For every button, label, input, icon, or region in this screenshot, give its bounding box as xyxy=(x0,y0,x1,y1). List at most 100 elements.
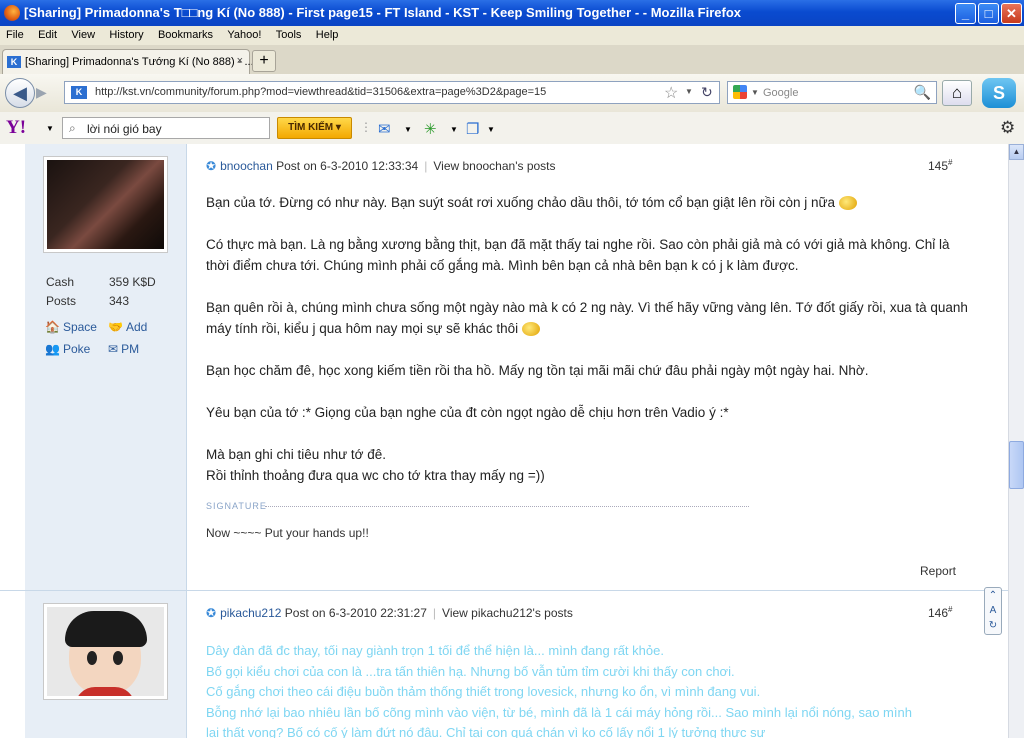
tab-bar: K [Sharing] Primadonna's Tướng Kí (No 88… xyxy=(0,45,1024,75)
add-label: Add xyxy=(125,320,148,334)
scroll-up-arrow-icon[interactable]: ▲ xyxy=(1009,144,1024,160)
post1-username[interactable]: bnoochan xyxy=(220,159,273,173)
post2-timestamp: Post on 6-3-2010 22:31:27 xyxy=(284,606,427,620)
house-icon: 🏠 xyxy=(45,320,60,334)
post1-stat-cash: Cash 359 K$D xyxy=(46,275,156,289)
post1-paragraph: Yêu bạn của tớ :* Giọng của bạn nghe của… xyxy=(206,405,729,420)
stat-value: 359 K$D xyxy=(109,275,156,289)
menu-file[interactable]: File xyxy=(0,26,29,41)
scroll-thumb[interactable] xyxy=(1009,441,1024,489)
settings-gear-icon[interactable]: ⚙ xyxy=(1000,118,1015,138)
forward-button[interactable]: ▶ xyxy=(36,84,47,101)
search-placeholder: Google xyxy=(763,87,799,99)
skype-icon[interactable]: S xyxy=(982,78,1016,108)
post2-username[interactable]: pikachu212 xyxy=(220,606,281,620)
tab-current[interactable]: K [Sharing] Primadonna's Tướng Kí (No 88… xyxy=(2,49,254,74)
post-number-value: 145 xyxy=(928,159,949,173)
signature-text: Now ~~~~ Put your hands up!! xyxy=(206,526,369,540)
close-button[interactable]: ✕ xyxy=(1001,3,1022,24)
report-link[interactable]: Report xyxy=(920,564,956,578)
search-engine-dropdown-icon[interactable]: ▼ xyxy=(751,88,759,97)
post1-paragraph: Bạn của tớ. Đừng có như này. Bạn suýt so… xyxy=(206,195,836,210)
page-scrollbar[interactable]: ▲ xyxy=(1008,144,1024,738)
post1-pm-link[interactable]: ✉ PM xyxy=(108,342,139,356)
url-text: http://kst.vn/community/forum.php?mod=vi… xyxy=(95,86,547,98)
yahoo-search-value: lời nói gió bay xyxy=(87,122,162,136)
reload-icon[interactable]: ↻ xyxy=(701,84,713,101)
online-star-icon: ✪ xyxy=(206,606,217,620)
post1-line: Mà bạn ghi chi tiêu như tớ đê. xyxy=(206,447,386,462)
signature-divider xyxy=(265,506,749,507)
widget-icon[interactable]: ✳ xyxy=(424,120,437,138)
online-star-icon: ✪ xyxy=(206,159,217,173)
post2-line: Bố gọi kiểu chơi của con là ...tra tấn t… xyxy=(206,663,735,679)
url-dropdown-icon[interactable]: ▼ xyxy=(685,87,693,96)
yahoo-search-input[interactable]: ⌕ lời nói gió bay xyxy=(62,117,270,139)
tab-label: [Sharing] Primadonna's Tướng Kí (No 888)… xyxy=(25,56,254,68)
post1-paragraph: Có thực mà bạn. Là ng bằng xương bằng th… xyxy=(206,237,950,273)
menu-view[interactable]: View xyxy=(65,26,100,41)
widget-dropdown-icon[interactable]: ▼ xyxy=(450,125,458,134)
site-identity-icon: K xyxy=(71,86,87,99)
poke-icon: 👥 xyxy=(45,342,60,356)
window-title: [Sharing] Primadonna's T□□ng Kí (No 888)… xyxy=(24,5,742,20)
back-button[interactable]: ◀ xyxy=(5,78,35,108)
post1-space-link[interactable]: 🏠 Space xyxy=(45,320,97,334)
yahoo-dropdown-icon[interactable]: ▼ xyxy=(46,124,54,133)
emoticon-icon xyxy=(838,196,857,211)
mail-icon[interactable]: ✉ xyxy=(378,120,391,138)
menu-edit[interactable]: Edit xyxy=(32,26,62,41)
minimize-button[interactable]: _ xyxy=(955,3,976,24)
pm-label: PM xyxy=(121,342,140,356)
post2-user-sidebar xyxy=(25,591,187,738)
menu-tools[interactable]: Tools xyxy=(270,26,307,41)
post2-line: lại thất vọng? Bố có cố ý làm đứt nó đâu… xyxy=(206,725,766,738)
search-icon[interactable]: 🔍 xyxy=(914,84,931,101)
menu-yahoo[interactable]: Yahoo! xyxy=(221,26,266,41)
page-content: Cash 359 K$D Posts 343 🏠 Space 🤝 Add 👥 Poke… xyxy=(0,144,1008,738)
yahoo-logo[interactable]: Y! xyxy=(6,117,26,139)
firefox-icon xyxy=(4,5,20,21)
post2-view-posts-link[interactable]: View pikachu212's posts xyxy=(442,606,573,620)
post1-user-sidebar: Cash 359 K$D Posts 343 🏠 Space 🤝 Add 👥 Poke… xyxy=(25,144,187,590)
post2-avatar[interactable] xyxy=(43,603,168,700)
maximize-button[interactable]: □ xyxy=(978,3,999,24)
yahoo-search-button-label: TÌM KIẾM xyxy=(288,122,334,133)
menu-bookmarks[interactable]: Bookmarks xyxy=(152,26,218,41)
post2-header: ✪ pikachu212 Post on 6-3-2010 22:31:27 | Vi… xyxy=(206,606,573,620)
new-tab-button[interactable]: + xyxy=(252,50,276,72)
space-label: Space xyxy=(62,320,97,334)
bookmarks-dropdown-icon[interactable]: ▼ xyxy=(487,125,495,134)
menu-history[interactable]: History xyxy=(103,26,148,41)
post2-line: Dây đàn đã đc thay, tối nay giành trọn 1… xyxy=(206,643,664,658)
tab-close-icon[interactable]: × xyxy=(237,55,243,67)
post1-paragraph: Bạn quên rồi à, chúng mình chưa sống một… xyxy=(206,300,968,336)
kst-favicon-icon: K xyxy=(7,56,21,68)
navigation-toolbar: ◀ ▶ K http://kst.vn/community/forum.php?… xyxy=(0,74,1024,113)
home-button[interactable]: ⌂ xyxy=(942,80,972,106)
post1-timestamp: Post on 6-3-2010 12:33:34 xyxy=(276,159,419,173)
post2-line: Cố gắng chơi theo cái điệu buồn thảm thố… xyxy=(206,684,761,699)
yahoo-search-button[interactable]: TÌM KIẾM ▾ xyxy=(277,117,352,139)
bookmarks-icon[interactable]: ❐ xyxy=(466,120,479,138)
post1-number[interactable]: 145# xyxy=(928,158,952,173)
post2-line: Bỗng nhớ lại bao nhiêu lần bố cõng mình … xyxy=(206,704,912,720)
poke-label: Poke xyxy=(62,342,91,356)
post2-number[interactable]: 146# xyxy=(928,605,952,620)
menu-bar: File Edit View History Bookmarks Yahoo! … xyxy=(0,26,1024,46)
bookmark-star-icon[interactable]: ☆ xyxy=(664,83,678,103)
post1-view-posts-link[interactable]: View bnoochan's posts xyxy=(433,159,555,173)
toolbar-grip-icon: ⋮ xyxy=(360,120,372,134)
post1-header: ✪ bnoochan Post on 6-3-2010 12:33:34 | View… xyxy=(206,159,556,173)
post-number-value: 146 xyxy=(928,606,949,620)
search-bar[interactable]: ▼ Google 🔍 xyxy=(727,81,937,104)
post1-avatar[interactable] xyxy=(43,156,168,253)
window-titlebar: [Sharing] Primadonna's T□□ng Kí (No 888)… xyxy=(0,0,1024,26)
menu-help[interactable]: Help xyxy=(310,26,344,41)
post1-add-link[interactable]: 🤝 Add xyxy=(108,320,147,334)
post1-poke-link[interactable]: 👥 Poke xyxy=(45,342,90,356)
url-bar[interactable]: K http://kst.vn/community/forum.php?mod=… xyxy=(64,81,720,104)
floating-translate-button[interactable]: ⌃ A ↻ xyxy=(984,587,1002,635)
mail-dropdown-icon[interactable]: ▼ xyxy=(404,125,412,134)
google-icon[interactable] xyxy=(733,85,747,99)
